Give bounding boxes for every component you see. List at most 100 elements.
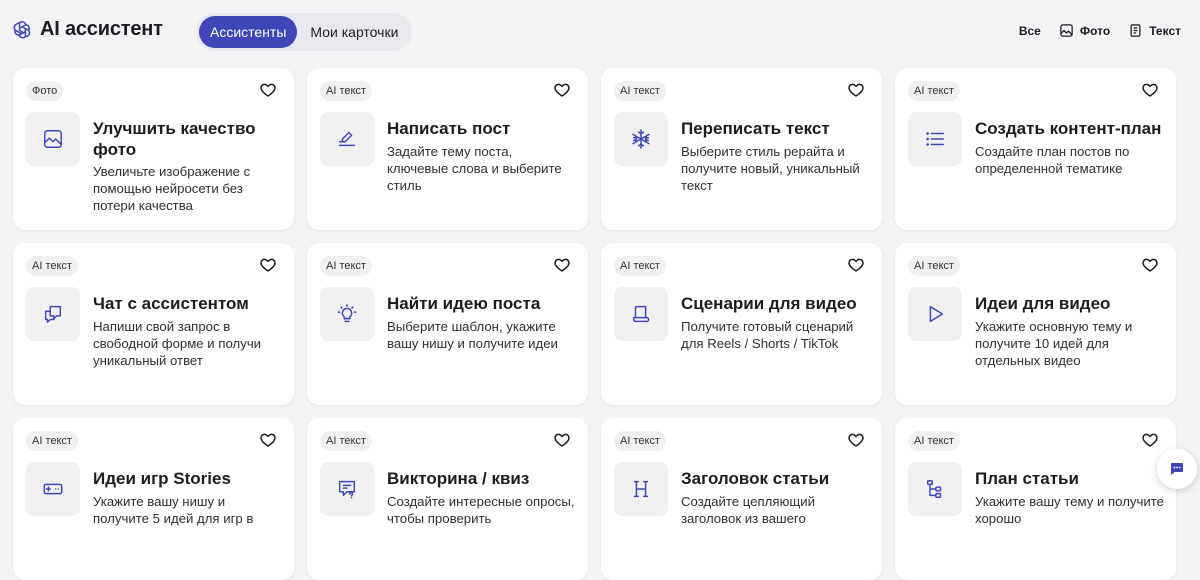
assistant-card[interactable]: AI текст Викторина / квиз Создайте интер… (307, 418, 588, 580)
assistant-card[interactable]: AI текст Чат с ассистентом Напиши свой з… (13, 243, 294, 405)
list-icon (926, 132, 944, 146)
heart-icon[interactable] (1141, 81, 1159, 99)
card-description: Выберите шаблон, укажите вашу нишу и пол… (387, 319, 558, 351)
card-tag: AI текст (908, 256, 960, 276)
card-tag: AI текст (320, 431, 372, 451)
card-tag: Фото (26, 81, 64, 101)
assistant-card[interactable]: AI текст Написать пост Задайте тему пост… (307, 68, 588, 230)
quiz-icon (338, 480, 356, 499)
filter-all[interactable]: Все (1019, 24, 1041, 38)
heart-icon[interactable] (1141, 431, 1159, 449)
assistant-card[interactable]: Фото Улучшить качество фото Увеличьте из… (13, 68, 294, 230)
card-title: Написать пост (387, 119, 511, 138)
chat-support-button[interactable] (1157, 449, 1197, 489)
heart-icon[interactable] (553, 256, 571, 274)
heading-icon (633, 480, 649, 498)
card-icon-tile (320, 287, 374, 341)
card-tag: AI текст (614, 256, 666, 276)
play-icon (929, 305, 944, 323)
assistant-card[interactable]: AI текст Заголовок статьи Создайте цепля… (601, 418, 882, 580)
card-icon-tile (614, 462, 668, 516)
card-icon-tile (26, 462, 80, 516)
filter-text-label: Текст (1149, 23, 1181, 38)
assistant-card[interactable]: AI текст Идеи игр Stories Укажите вашу н… (13, 418, 294, 580)
assistant-card[interactable]: AI текст План статьи Укажите вашу тему и… (895, 418, 1176, 580)
card-description: Задайте тему поста, ключевые слова и выб… (387, 144, 562, 193)
heart-icon[interactable] (1141, 256, 1159, 274)
card-icon-tile (908, 462, 962, 516)
image-icon (44, 130, 62, 148)
heart-icon[interactable] (847, 256, 865, 274)
card-description: Увеличьте изображение с помощью нейросет… (93, 164, 251, 213)
image-icon (1060, 24, 1073, 37)
card-tag: AI текст (26, 431, 78, 451)
card-title: Заголовок статьи (681, 469, 830, 488)
card-description: Создайте интересные опросы, чтобы провер… (387, 494, 575, 526)
card-description: Создайте цепляющий заголовок из вашего (681, 494, 815, 526)
card-description: Напиши свой запрос в свободной форме и п… (93, 319, 262, 368)
assistant-card[interactable]: AI текст Найти идею поста Выберите шабло… (307, 243, 588, 405)
card-description: Получите готовый сценарий для Reels / Sh… (681, 319, 854, 351)
card-title: Улучшить качество фото (93, 119, 256, 159)
ai-logo-icon (12, 20, 32, 40)
assistant-grid: Фото Улучшить качество фото Увеличьте из… (13, 68, 1176, 580)
heart-icon[interactable] (553, 81, 571, 99)
card-tag: AI текст (26, 256, 78, 276)
filter-text[interactable]: Текст (1128, 23, 1181, 38)
card-title: Викторина / квиз (387, 469, 530, 488)
card-tag: AI текст (614, 81, 666, 101)
snowflake-icon (632, 129, 650, 149)
heart-icon[interactable] (847, 81, 865, 99)
chat-bubble-icon (44, 305, 62, 323)
card-description: Укажите вашу нишу и получите 5 идей для … (93, 494, 254, 526)
card-icon-tile (614, 112, 668, 166)
card-tag: AI текст (320, 81, 372, 101)
card-icon-tile (908, 287, 962, 341)
pen-icon (338, 131, 356, 147)
heart-icon[interactable] (259, 431, 277, 449)
card-icon-tile (908, 112, 962, 166)
lightbulb-icon (337, 304, 357, 323)
filter-photo-label: Фото (1079, 23, 1111, 38)
card-icon-tile (320, 462, 374, 516)
assistant-card[interactable]: AI текст Переписать текст Выберите стиль… (601, 68, 882, 230)
gamepad-icon (43, 483, 63, 495)
card-description: Укажите основную тему и получите 10 идей… (975, 319, 1133, 368)
tab-my-cards[interactable]: Мои карточки (299, 16, 409, 48)
filter-photo[interactable]: Фото (1059, 23, 1110, 38)
card-description: Создайте план постов по определенной тем… (975, 144, 1130, 176)
heart-icon[interactable] (259, 81, 277, 99)
card-description: Выберите стиль рерайта и получите новый,… (681, 144, 860, 193)
card-tag: AI текст (320, 256, 372, 276)
card-icon-tile (26, 287, 80, 341)
view-switcher: Ассистенты Мои карточки (196, 13, 413, 51)
chat-icon (1171, 463, 1183, 475)
app-title: AI ассистент (40, 18, 163, 40)
document-icon (1130, 24, 1141, 37)
header: AI ассистент Ассистенты Мои карточки Все… (0, 0, 1200, 64)
card-title: Найти идею поста (387, 294, 541, 313)
filter-all-label: Все (1018, 23, 1041, 38)
hierarchy-icon (926, 480, 942, 498)
assistant-card[interactable]: AI текст Сценарии для видео Получите гот… (601, 243, 882, 405)
heart-icon[interactable] (847, 431, 865, 449)
card-title: Идеи игр Stories (93, 469, 231, 488)
assistant-card[interactable]: AI текст Идеи для видео Укажите основную… (895, 243, 1176, 405)
type-filters: Все Фото Текст (1019, 23, 1181, 38)
card-title: Идеи для видео (975, 294, 1111, 313)
heart-icon[interactable] (553, 431, 571, 449)
heart-icon[interactable] (259, 256, 277, 274)
card-title: План статьи (975, 469, 1079, 488)
assistant-card[interactable]: AI текст Создать контент-план Создайте п… (895, 68, 1176, 230)
card-description: Укажите вашу тему и получите хорошо (975, 494, 1164, 526)
script-icon (632, 305, 650, 323)
card-tag: AI текст (908, 431, 960, 451)
card-title: Переписать текст (681, 119, 830, 138)
card-icon-tile (26, 112, 80, 166)
card-title: Создать контент-план (975, 119, 1162, 138)
card-title: Сценарии для видео (681, 294, 857, 313)
brand[interactable]: AI ассистент (12, 18, 163, 41)
card-title: Чат с ассистентом (93, 294, 249, 313)
card-icon-tile (614, 287, 668, 341)
tab-assistants[interactable]: Ассистенты (199, 16, 298, 48)
